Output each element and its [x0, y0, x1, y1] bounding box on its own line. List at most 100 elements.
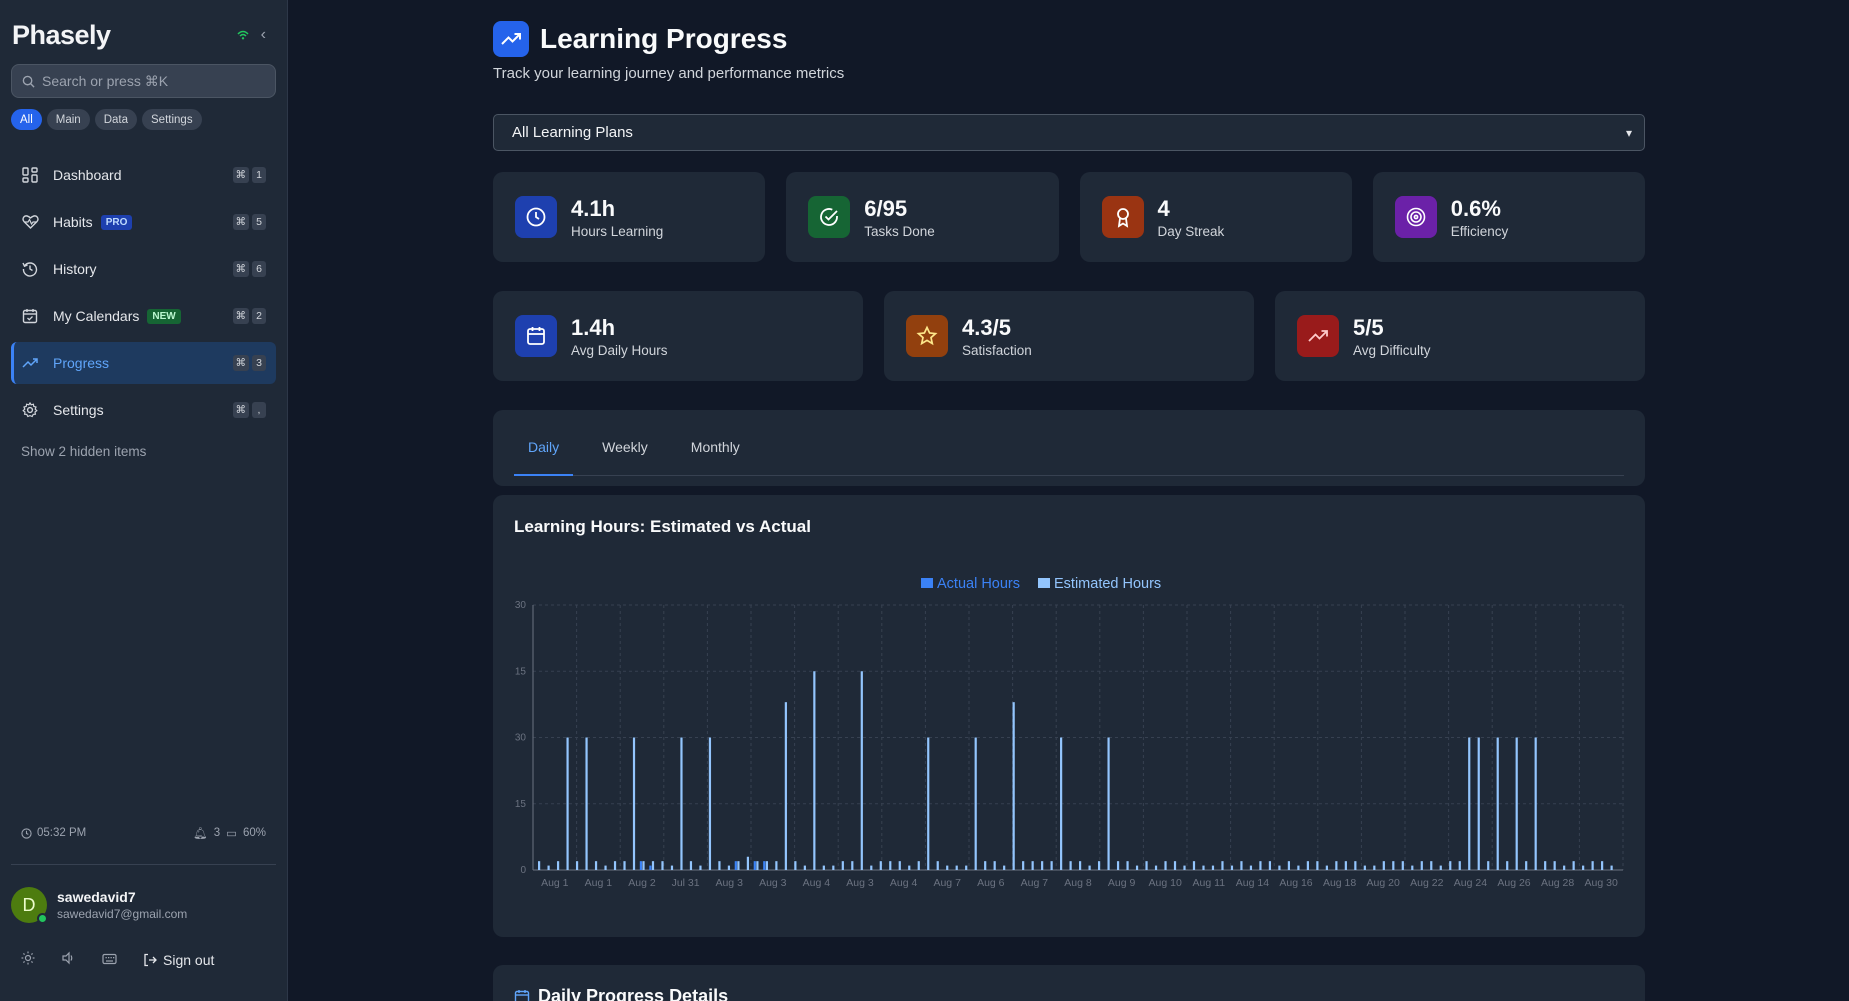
- app-logo[interactable]: Phasely: [12, 20, 111, 51]
- filter-all[interactable]: All: [11, 109, 42, 130]
- bar-estimated: [1192, 861, 1196, 870]
- filter-main[interactable]: Main: [46, 109, 90, 130]
- calendar-icon: [515, 315, 557, 357]
- sidebar-item-my-calendars[interactable]: My Calendars NEW ⌘ 2: [11, 295, 276, 337]
- stat-label: Efficiency: [1450, 223, 1509, 239]
- x-tick-label: Aug 9: [1108, 877, 1136, 889]
- x-tick-label: Aug 1: [585, 877, 613, 889]
- stat-label: Tasks Done: [864, 223, 935, 239]
- sidebar-item-progress[interactable]: Progress ⌘ 3: [11, 342, 276, 384]
- bar-estimated: [1392, 861, 1395, 870]
- bar-estimated: [1411, 865, 1414, 870]
- gear-icon: [21, 401, 39, 419]
- sound-icon[interactable]: [61, 951, 76, 968]
- search-box[interactable]: [11, 64, 276, 98]
- user-profile[interactable]: D sawedavid7 sawedavid7@gmail.com: [11, 887, 187, 924]
- bar-estimated: [1202, 865, 1205, 870]
- wifi-icon: [237, 30, 249, 40]
- search-input[interactable]: [42, 73, 262, 89]
- bell-icon: 🔔︎: [193, 828, 208, 840]
- filter-data[interactable]: Data: [94, 109, 138, 130]
- bar-estimated: [927, 737, 930, 870]
- bar-estimated: [813, 671, 816, 870]
- x-tick-label: Aug 2: [628, 877, 656, 889]
- stat-card-efficiency: 0.6% Efficiency: [1372, 172, 1645, 262]
- stat-label: Avg Difficulty: [1353, 342, 1431, 358]
- bar-actual: [639, 861, 643, 870]
- stat-card-hours-learning: 4.1h Hours Learning: [493, 172, 766, 262]
- collapse-sidebar-icon[interactable]: ‹: [261, 27, 266, 43]
- bar-estimated: [1126, 861, 1129, 870]
- theme-toggle-icon[interactable]: [21, 951, 35, 968]
- bar-estimated: [1591, 861, 1594, 870]
- bar-estimated: [860, 671, 863, 870]
- check-circle-icon: [808, 196, 851, 238]
- tab-monthly[interactable]: Monthly: [677, 436, 754, 476]
- legend-swatch-actual: [921, 578, 933, 588]
- sign-out-button[interactable]: Sign out: [143, 952, 214, 968]
- footer-tools: Sign out: [21, 951, 214, 968]
- stat-value: 1.4h: [571, 314, 616, 340]
- learning-hours-chart: Actual Hours Estimated Hours 0 15 30 15 30 Aug …: [515, 576, 1624, 889]
- bar-actual: [753, 861, 756, 870]
- bar-estimated: [974, 737, 977, 870]
- bar-estimated: [1221, 861, 1224, 870]
- bar-estimated: [1259, 861, 1262, 870]
- bar-estimated: [908, 865, 911, 870]
- x-tick-label: Aug 8: [1064, 877, 1092, 889]
- shortcut-hint: ⌘ 1: [232, 167, 266, 183]
- bar-estimated: [1240, 861, 1243, 870]
- bar-estimated: [1060, 737, 1063, 870]
- bar-estimated: [1601, 861, 1604, 870]
- bar-estimated: [680, 737, 683, 870]
- stat-value: 4.3/5: [962, 314, 1011, 340]
- page-header: Learning Progress: [493, 21, 787, 57]
- sidebar-item-dashboard[interactable]: Dashboard ⌘ 1: [11, 154, 276, 196]
- bar-estimated: [1458, 861, 1461, 870]
- show-hidden-items-link[interactable]: Show 2 hidden items: [21, 444, 146, 459]
- clock-icon: [515, 196, 557, 238]
- bar-estimated: [870, 865, 873, 870]
- heart-pulse-icon: [21, 213, 39, 231]
- sidebar-item-habits[interactable]: Habits PRO ⌘ 5: [11, 201, 276, 243]
- bar-estimated: [718, 861, 721, 870]
- bar-estimated: [803, 865, 806, 870]
- trending-up-icon: [493, 21, 529, 57]
- filter-settings[interactable]: Settings: [142, 109, 202, 130]
- chart-card: Learning Hours: Estimated vs Actual Actu…: [493, 495, 1645, 937]
- sidebar-item-history[interactable]: History ⌘ 6: [11, 248, 276, 290]
- online-status-dot: [37, 913, 48, 924]
- notification-count: 3: [213, 827, 221, 839]
- bar-estimated: [1173, 861, 1177, 870]
- status-row: 05:32 PM 🔔︎ 3 ▭ 60%: [21, 826, 266, 840]
- stat-card-avg-difficulty: 5/5 Avg Difficulty: [1275, 291, 1645, 381]
- bar-actual: [734, 861, 737, 870]
- bar-estimated: [1496, 737, 1499, 870]
- bar-estimated: [822, 865, 825, 870]
- y-tick-label: 15: [515, 799, 527, 810]
- grid-icon: [21, 166, 39, 184]
- bar-estimated: [1135, 865, 1139, 870]
- log-out-icon: [144, 953, 157, 966]
- sidebar-item-settings[interactable]: Settings ⌘,: [11, 389, 276, 431]
- stat-label: Satisfaction: [962, 342, 1032, 358]
- divider: [11, 864, 276, 865]
- keyboard-icon[interactable]: [102, 952, 117, 968]
- tab-weekly[interactable]: Weekly: [588, 436, 662, 476]
- bar-estimated: [604, 865, 607, 870]
- tab-daily[interactable]: Daily: [514, 436, 574, 476]
- bar-estimated: [632, 737, 636, 870]
- bar-estimated: [642, 861, 645, 870]
- bar-estimated: [1097, 861, 1101, 870]
- learning-plan-select[interactable]: All Learning Plans ▾: [493, 114, 1645, 151]
- stats-row-1: 4.1h Hours Learning 6/95 Tasks Done 4 Day S…: [493, 172, 1645, 262]
- x-tick-label: Aug 14: [1236, 877, 1269, 889]
- x-tick-label: Aug 4: [803, 877, 831, 889]
- details-title: Daily Progress Details: [514, 986, 728, 1001]
- bar-estimated: [746, 856, 750, 870]
- bar-estimated: [1297, 865, 1300, 870]
- sidebar: Phasely ‹ All Main Data Settings Dashboa…: [0, 0, 288, 1001]
- bar-estimated: [784, 702, 787, 870]
- stat-label: Avg Daily Hours: [571, 342, 668, 358]
- x-tick-label: Aug 1: [541, 877, 569, 889]
